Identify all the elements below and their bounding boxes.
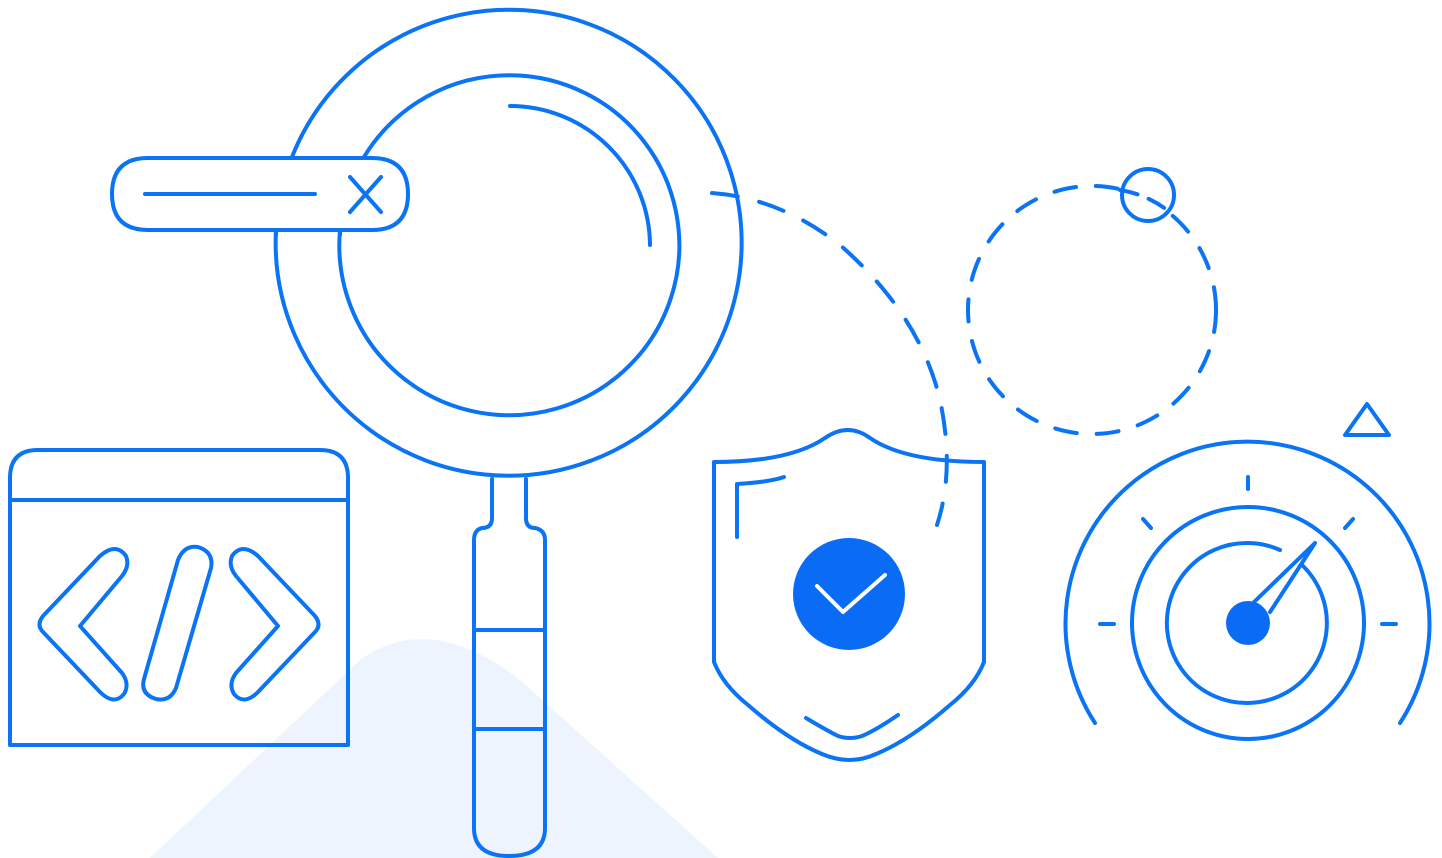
slash-icon xyxy=(141,544,214,702)
warning-triangle-icon xyxy=(1343,402,1391,437)
search-bar-icon xyxy=(110,156,410,232)
shield-check-icon xyxy=(712,428,986,762)
code-window-icon xyxy=(8,448,350,747)
gauge-hub xyxy=(1226,601,1270,645)
check-badge xyxy=(793,538,905,650)
seo-illustration xyxy=(8,7,1432,858)
gauge-needle xyxy=(1250,541,1317,614)
chevron-right-icon xyxy=(228,547,321,702)
dashed-orbit-icon xyxy=(966,167,1218,436)
dashed-connector xyxy=(710,191,949,527)
chevron-left-icon xyxy=(37,547,130,702)
orbit-node xyxy=(1120,167,1176,223)
speedometer-gauge-icon xyxy=(1063,439,1432,741)
